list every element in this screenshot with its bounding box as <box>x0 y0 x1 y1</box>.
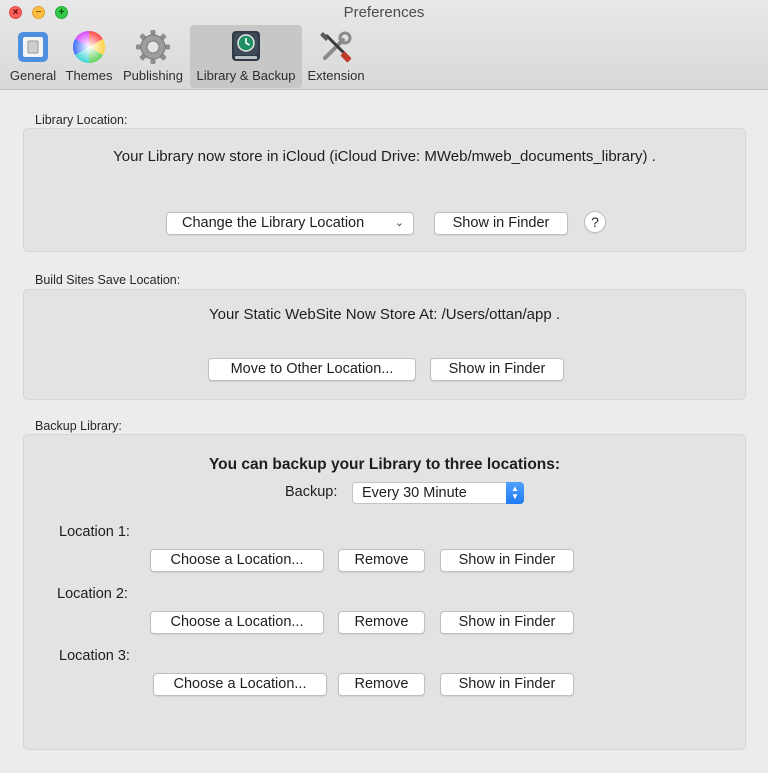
location-2-show-in-finder-button[interactable]: Show in Finder <box>440 611 574 634</box>
location-1-choose-button[interactable]: Choose a Location... <box>150 549 324 572</box>
change-library-location-label: Change the Library Location <box>182 215 365 231</box>
tab-themes-label: Themes <box>65 68 113 83</box>
tab-general[interactable]: General <box>6 25 60 88</box>
location-1-label: Location 1: <box>59 524 130 540</box>
stepper-icon: ▲ ▼ <box>506 482 524 504</box>
location-2-choose-button[interactable]: Choose a Location... <box>150 611 324 634</box>
build-sites-title: Build Sites Save Location: <box>35 273 181 287</box>
tools-icon <box>320 31 352 63</box>
window-title: Preferences <box>343 4 425 21</box>
location-1-show-in-finder-button[interactable]: Show in Finder <box>440 549 574 572</box>
tab-general-label: General <box>9 68 57 83</box>
location-3-choose-button[interactable]: Choose a Location... <box>153 673 327 696</box>
color-wheel-icon <box>72 30 106 64</box>
library-location-message: Your Library now store in iCloud (iCloud… <box>113 148 656 165</box>
time-machine-icon <box>232 31 260 61</box>
switch-icon <box>18 32 48 62</box>
location-2-remove-button[interactable]: Remove <box>338 611 425 634</box>
location-3-remove-button[interactable]: Remove <box>338 673 425 696</box>
build-sites-message: Your Static WebSite Now Store At: /Users… <box>208 306 560 323</box>
location-2-label: Location 2: <box>57 586 128 602</box>
window-titlebar: × − + Preferences General Themes Publish… <box>0 0 768 90</box>
help-button[interactable]: ? <box>584 211 606 233</box>
backup-headline: You can backup your Library to three loc… <box>208 456 561 473</box>
backup-library-title: Backup Library: <box>35 419 122 433</box>
build-sites-group: Your Static WebSite Now Store At: /Users… <box>23 289 746 400</box>
backup-frequency-label: Backup: <box>285 484 338 500</box>
chevron-down-icon: ⌄ <box>394 217 404 229</box>
location-3-show-in-finder-button[interactable]: Show in Finder <box>440 673 574 696</box>
tab-extension[interactable]: Extension <box>304 25 368 88</box>
move-location-button[interactable]: Move to Other Location... <box>208 358 416 381</box>
build-show-in-finder-button[interactable]: Show in Finder <box>430 358 564 381</box>
backup-library-group: You can backup your Library to three loc… <box>23 434 746 750</box>
location-3-label: Location 3: <box>59 648 130 664</box>
tab-library-backup[interactable]: Library & Backup <box>190 25 302 88</box>
library-location-group: Your Library now store in iCloud (iCloud… <box>23 128 746 252</box>
library-show-in-finder-button[interactable]: Show in Finder <box>434 212 568 235</box>
change-library-location-button[interactable]: Change the Library Location ⌄ <box>166 212 414 235</box>
gear-icon <box>136 30 170 64</box>
tab-themes[interactable]: Themes <box>62 25 116 88</box>
tab-extension-label: Extension <box>307 68 365 83</box>
location-1-remove-button[interactable]: Remove <box>338 549 425 572</box>
backup-frequency-value: Every 30 Minute <box>362 485 467 501</box>
tab-library-backup-label: Library & Backup <box>196 68 296 83</box>
backup-frequency-select[interactable]: Every 30 Minute ▲ ▼ <box>352 482 524 504</box>
tab-publishing-label: Publishing <box>123 68 183 83</box>
tab-publishing[interactable]: Publishing <box>120 25 186 88</box>
library-location-title: Library Location: <box>35 113 128 127</box>
